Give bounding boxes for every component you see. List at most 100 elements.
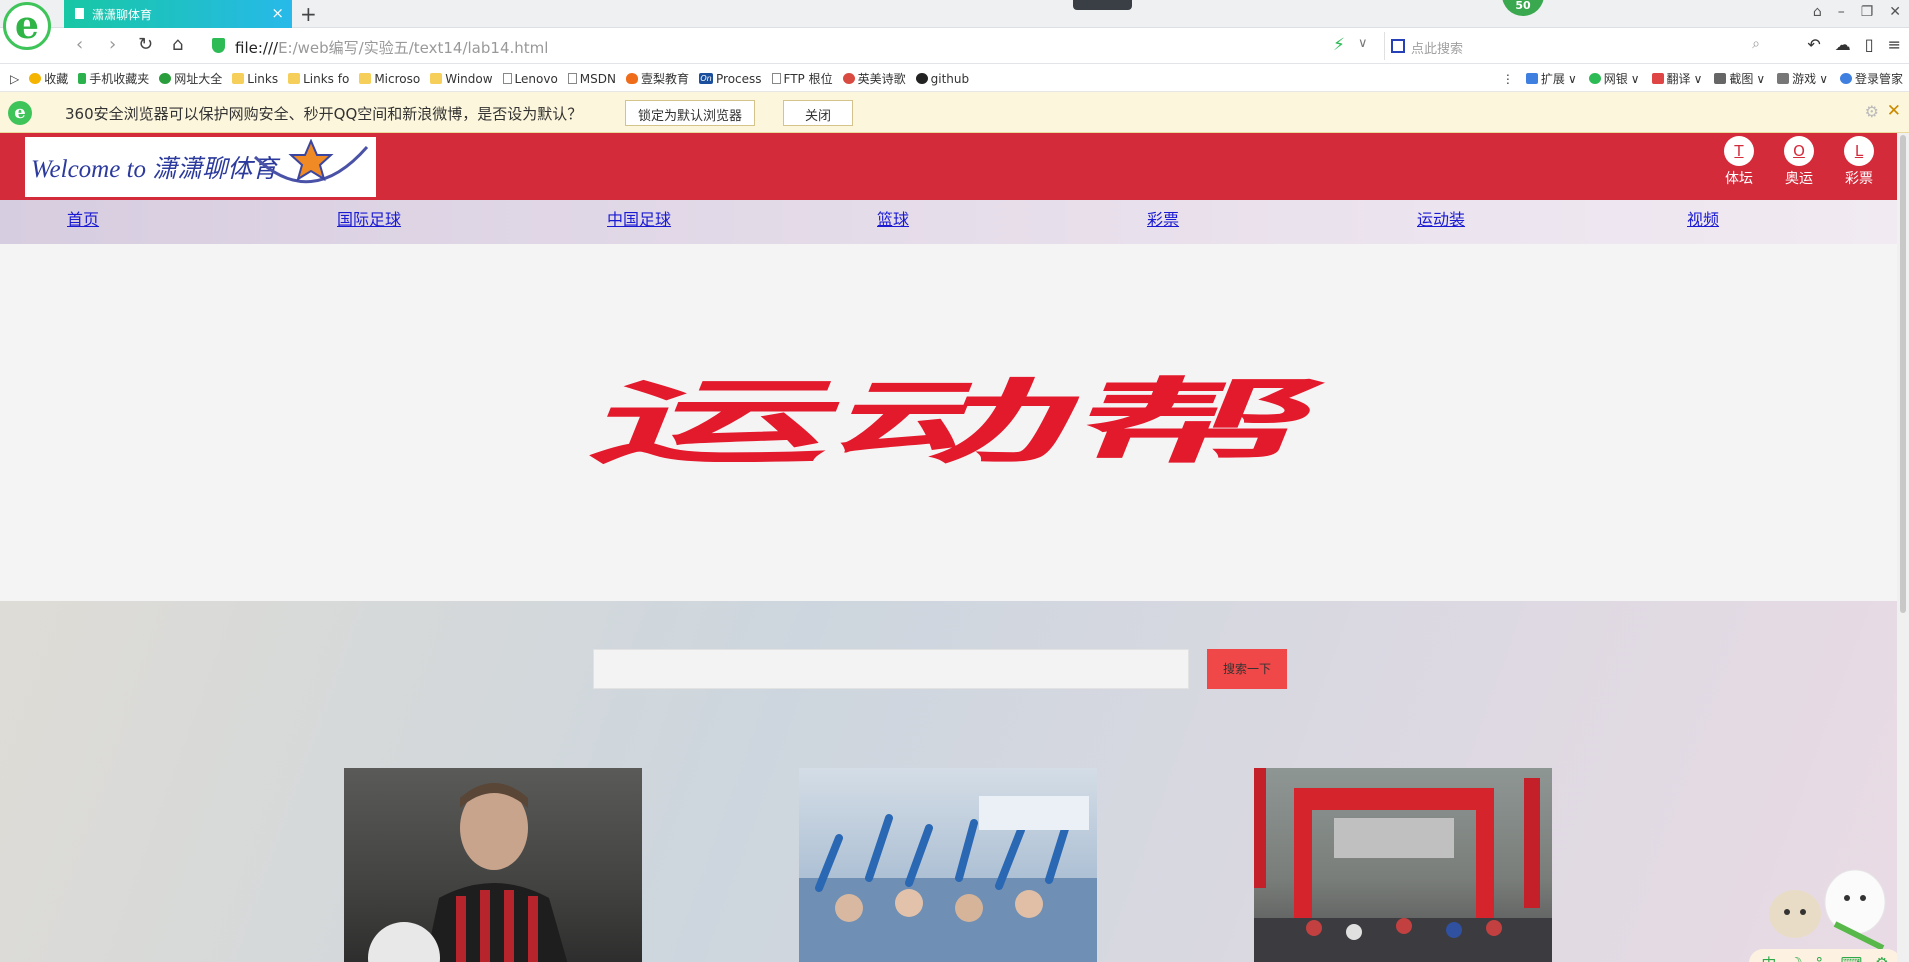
keyboard-icon[interactable]: ⌨ <box>1841 954 1863 962</box>
nav-link-intl-football[interactable]: 国际足球 <box>337 206 401 230</box>
bookmark-item[interactable]: Links <box>232 70 278 87</box>
toolbar-games[interactable]: 游戏 ∨ <box>1777 70 1828 87</box>
new-tab-button[interactable]: + <box>300 2 317 26</box>
photo-card-beckham[interactable] <box>344 768 642 962</box>
minimize-icon[interactable]: – <box>1838 4 1845 20</box>
quick-link-olympics[interactable]: O 奥运 <box>1779 136 1819 188</box>
search-placeholder: 点此搜索 <box>1411 42 1464 57</box>
browser-tab-active[interactable]: 潇潇聊体育 × <box>64 0 292 28</box>
bookmark-item[interactable]: Links fo <box>288 70 349 87</box>
bookmark-item[interactable]: 收藏 <box>29 70 68 87</box>
bookmark-item[interactable]: Microso <box>359 70 420 87</box>
site-logo[interactable]: Welcome to 潇潇聊体育 <box>25 137 376 197</box>
bookmark-item[interactable]: Window <box>430 70 493 87</box>
nav-link-video[interactable]: 视频 <box>1687 206 1719 230</box>
bookmark-item[interactable]: 英美诗歌 <box>842 70 906 87</box>
shirt-icon[interactable]: ⌂ <box>1813 4 1822 20</box>
folder-icon <box>288 73 301 84</box>
score-badge[interactable]: 50 <box>1502 0 1544 16</box>
window-close-icon[interactable]: ✕ <box>1889 4 1901 20</box>
fire-icon <box>625 73 638 84</box>
tab-title: 潇潇聊体育 <box>92 8 153 22</box>
phone-icon[interactable]: ▯ <box>1865 35 1874 54</box>
on-icon: On <box>699 73 713 84</box>
toolbar-login[interactable]: 登录管家 <box>1839 70 1903 87</box>
bookmark-item[interactable]: 网址大全 <box>159 70 222 87</box>
toolbar-translate[interactable]: 翻译 ∨ <box>1651 70 1702 87</box>
bookmark-item[interactable]: 壹梨教育 <box>625 70 689 87</box>
back-icon[interactable]: ‹ <box>76 34 83 55</box>
speed-mode-icon[interactable]: ⚡ <box>1333 35 1345 55</box>
close-icon[interactable]: ✕ <box>1887 101 1901 121</box>
set-default-button[interactable]: 锁定为默认浏览器 <box>625 100 756 126</box>
quick-link-letter: T <box>1724 136 1754 166</box>
browser-logo-icon[interactable]: e <box>3 2 51 50</box>
banner-text: 运动帮 <box>577 374 1341 474</box>
quick-link-label: 体坛 <box>1725 171 1753 187</box>
bookmark-item[interactable]: github <box>915 70 969 87</box>
photo-card-fans[interactable] <box>799 768 1097 962</box>
extension-icon <box>1525 73 1538 84</box>
security-shield-icon[interactable] <box>212 38 225 53</box>
menu-icon[interactable]: ≡ <box>1888 35 1901 54</box>
forward-icon[interactable]: › <box>109 34 116 55</box>
quick-link-tiantan[interactable]: T 体坛 <box>1719 136 1759 188</box>
nav-link-lottery[interactable]: 彩票 <box>1147 206 1179 230</box>
browser-titlebar: e 潇潇聊体育 × + 50 ⌂ – ❐ ✕ <box>0 0 1909 50</box>
game-icon <box>1777 73 1790 84</box>
gear-icon[interactable]: ⚙ <box>1875 954 1888 962</box>
address-bar: ‹ › ↻ ⌂ file:///E:/web编写/实验五/text14/lab1… <box>0 28 1909 64</box>
nav-link-china-football[interactable]: 中国足球 <box>607 206 671 230</box>
moon-icon[interactable]: ☽ <box>1789 954 1802 962</box>
cloud-icon[interactable]: ☁ <box>1835 35 1851 54</box>
scrollbar-thumb[interactable] <box>1900 135 1906 613</box>
bookmark-item[interactable]: On Process <box>699 70 762 87</box>
chevron-down-icon[interactable]: ∨ <box>1358 36 1368 51</box>
page-scrollbar[interactable] <box>1897 133 1909 962</box>
folder-icon <box>359 73 372 84</box>
toolbar-screenshot[interactable]: 截图 ∨ <box>1714 70 1765 87</box>
document-icon <box>75 8 84 19</box>
url-field[interactable]: file:///E:/web编写/实验五/text14/lab14.html <box>235 37 548 58</box>
site-search-input[interactable] <box>593 649 1189 689</box>
toolbar-bank[interactable]: 网银 ∨ <box>1588 70 1640 87</box>
bank-icon <box>1588 73 1601 84</box>
bookmark-item[interactable]: MSDN <box>567 70 616 87</box>
site-search-button[interactable]: 搜索一下 <box>1207 649 1287 689</box>
toolbar-extensions[interactable]: 扩展 ∨ <box>1525 70 1577 87</box>
star-emblem-icon <box>253 139 369 184</box>
sidebar-toggle-icon[interactable]: ▷ <box>10 70 19 87</box>
home-icon[interactable]: ⌂ <box>172 34 183 55</box>
nav-link-basketball[interactable]: 篮球 <box>877 206 909 230</box>
nav-link-sportswear[interactable]: 运动装 <box>1417 206 1465 230</box>
infobar-close-button[interactable]: 关闭 <box>783 100 853 126</box>
browser-search-box[interactable]: 点此搜索 ⌕ <box>1384 32 1770 60</box>
race-photo <box>1254 768 1552 962</box>
bookmark-item[interactable]: 手机收藏夹 <box>78 70 149 87</box>
undo-icon[interactable]: ↶ <box>1807 35 1820 54</box>
gear-icon[interactable]: ⚙ <box>1865 102 1879 121</box>
ime-mode[interactable]: 中 <box>1761 953 1776 962</box>
more-icon[interactable]: ⋮ <box>1502 70 1514 87</box>
bookmark-item[interactable]: Lenovo <box>502 70 558 87</box>
fans-photo <box>799 796 1097 962</box>
quick-link-lottery[interactable]: L 彩票 <box>1839 136 1879 188</box>
tab-close-icon[interactable]: × <box>271 4 284 22</box>
phone-icon <box>78 73 87 84</box>
ime-mascot-icon[interactable] <box>1743 858 1897 962</box>
floating-window-widget[interactable] <box>1073 0 1132 10</box>
banner-logo: 运动帮 <box>577 374 1341 474</box>
nav-link-home[interactable]: 首页 <box>67 206 99 230</box>
restore-icon[interactable]: ❐ <box>1861 4 1874 20</box>
reload-icon[interactable]: ↻ <box>138 34 153 55</box>
search-engine-icon[interactable] <box>1391 39 1405 53</box>
star-icon <box>29 73 42 84</box>
bookmark-item[interactable]: FTP 根位 <box>771 70 833 87</box>
flower-icon <box>842 73 855 84</box>
site-header: Welcome to 潇潇聊体育 T 体坛 O 奥运 L 彩票 <box>0 133 1897 200</box>
search-icon[interactable]: ⌕ <box>1752 36 1760 52</box>
punctuation-icon[interactable]: °, <box>1816 954 1828 962</box>
screenshot-icon <box>1714 73 1727 84</box>
ime-toolbar[interactable]: 中 ☽ °, ⌨ ⚙ <box>1749 949 1897 962</box>
photo-card-race[interactable] <box>1254 768 1552 962</box>
